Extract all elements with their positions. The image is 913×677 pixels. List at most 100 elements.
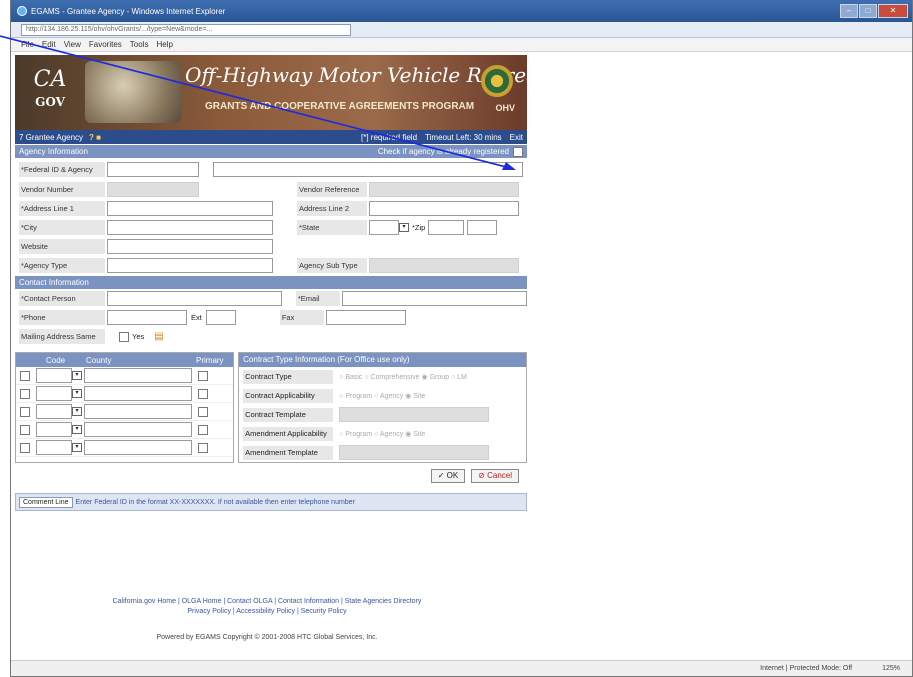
primary-checkbox[interactable] <box>198 424 208 435</box>
maximize-button[interactable]: □ <box>859 4 877 18</box>
amendment-applicability-label: Amendment Applicability <box>243 426 334 441</box>
fax-input[interactable] <box>325 310 406 325</box>
agency-type-select[interactable] <box>107 258 273 273</box>
federal-id-label: *Federal ID & Agency Name <box>19 161 105 189</box>
minimize-button[interactable]: – <box>840 4 858 18</box>
table-row: ▾ <box>16 421 234 439</box>
menu-tools[interactable]: Tools <box>130 40 149 49</box>
exit-link[interactable]: Exit <box>510 133 523 142</box>
address1-input[interactable] <box>107 201 273 216</box>
menu-bar: File Edit View Favorites Tools Help <box>11 38 912 52</box>
phone-input[interactable] <box>107 310 187 325</box>
ok-button[interactable]: ✓ OK <box>430 469 466 483</box>
footer-links[interactable]: California.gov Home | OLGA Home | Contac… <box>11 597 523 607</box>
zip-input[interactable] <box>428 220 465 235</box>
banner-subtitle: GRANTS AND COOPERATIVE AGREEMENTS PROGRA… <box>205 101 475 112</box>
agency-subtype-select[interactable] <box>369 258 519 273</box>
agency-header-label: Agency Information <box>19 147 88 156</box>
menu-help[interactable]: Help <box>156 40 172 49</box>
menu-favorites[interactable]: Favorites <box>89 40 122 49</box>
address2-input[interactable] <box>369 201 519 216</box>
table-row: ▾ <box>16 367 234 385</box>
row-checkbox[interactable] <box>20 370 30 381</box>
primary-checkbox[interactable] <box>198 388 208 399</box>
security-zone-text: Internet | Protected Mode: Off <box>760 665 853 672</box>
row-checkbox[interactable] <box>20 388 30 399</box>
zip-ext-input[interactable] <box>467 220 498 235</box>
cancel-button[interactable]: ⊘ Cancel <box>471 469 519 483</box>
code-input[interactable] <box>36 440 72 455</box>
county-select[interactable] <box>84 386 192 401</box>
ca-gov-logo: CA GOV <box>33 67 67 110</box>
contract-type-options[interactable]: ○ Basic ○ Comprehensive ◉ Group ○ LM <box>339 373 467 381</box>
state-select[interactable] <box>369 220 399 235</box>
title-bar: EGAMS - Grantee Agency - Windows Interne… <box>11 0 912 22</box>
website-label: Website <box>19 239 105 254</box>
contract-applicability-options[interactable]: ○ Program ○ Agency ◉ Site <box>339 392 425 400</box>
code-input[interactable] <box>36 368 72 383</box>
address-bar: http://134.186.25.115/ohv/ohvGrants/.../… <box>11 22 912 38</box>
county-select[interactable] <box>84 422 192 437</box>
state-dropdown-icon[interactable]: ▾ <box>399 223 409 232</box>
table-row: ▾ <box>16 385 234 403</box>
code-input[interactable] <box>36 404 72 419</box>
row-checkbox[interactable] <box>20 442 30 453</box>
federal-id-input[interactable] <box>107 161 199 177</box>
menu-view[interactable]: View <box>64 40 81 49</box>
website-input[interactable] <box>107 239 273 254</box>
contact-person-label: *Contact Person <box>19 291 105 306</box>
county-dropdown-icon[interactable]: ▾ <box>72 443 82 452</box>
registered-checkbox[interactable] <box>513 146 523 157</box>
table-row: ▾ <box>16 403 234 421</box>
powered-by-text: Powered by EGAMS Copyright © 2001-2008 H… <box>156 634 378 641</box>
vehicle-image <box>85 61 181 123</box>
primary-checkbox[interactable] <box>198 442 208 453</box>
table-row: ▾ <box>16 439 234 457</box>
contract-type-label: Contract Type <box>243 369 334 384</box>
vendor-reference-field <box>369 182 519 197</box>
contact-person-input[interactable] <box>106 291 282 306</box>
county-select[interactable] <box>84 368 192 383</box>
county-dropdown-icon[interactable]: ▾ <box>72 371 82 380</box>
agency-subtype-label: Agency Sub Type <box>297 258 367 273</box>
county-dropdown-icon[interactable]: ▾ <box>72 425 82 434</box>
code-input[interactable] <box>36 422 72 437</box>
ext-input[interactable] <box>205 310 236 325</box>
amendment-template-select[interactable] <box>339 445 490 460</box>
browser-window: EGAMS - Grantee Agency - Windows Interne… <box>10 0 913 677</box>
close-button[interactable]: ✕ <box>878 4 908 18</box>
primary-checkbox[interactable] <box>198 370 208 381</box>
city-label: *City <box>19 220 105 235</box>
contract-applicability-label: Contract Applicability <box>243 388 334 403</box>
county-dropdown-icon[interactable]: ▾ <box>72 389 82 398</box>
county-select[interactable] <box>84 440 192 455</box>
row-checkbox[interactable] <box>20 406 30 417</box>
copy-address-icon[interactable]: ▤ <box>154 331 163 342</box>
city-input[interactable] <box>107 220 273 235</box>
timeout-text: Timeout Left: 30 mins <box>425 132 502 142</box>
agency-name-input[interactable] <box>213 161 523 177</box>
primary-checkbox[interactable] <box>198 406 208 417</box>
menu-edit[interactable]: Edit <box>42 40 56 49</box>
county-dropdown-icon[interactable]: ▾ <box>72 407 82 416</box>
address1-label: *Address Line 1 <box>19 201 105 216</box>
zip-label: *Zip <box>412 223 426 232</box>
agency-type-label: *Agency Type <box>19 258 105 273</box>
app-content: CAGOV Off-Highway Motor Vehicle Recreati… <box>15 55 527 511</box>
code-input[interactable] <box>36 386 72 401</box>
help-icon[interactable]: ? ■ <box>89 133 101 142</box>
footer-links-policies[interactable]: Privacy Policy | Accessibility Policy | … <box>11 607 523 617</box>
url-input[interactable]: http://134.186.25.115/ohv/ohvGrants/.../… <box>21 23 351 36</box>
state-seal-icon <box>481 65 513 97</box>
email-label: *Email <box>295 291 340 306</box>
code-header: Code <box>46 355 66 365</box>
email-input[interactable] <box>341 291 527 306</box>
row-checkbox[interactable] <box>20 424 30 435</box>
mailing-same-checkbox[interactable] <box>119 331 129 342</box>
county-select[interactable] <box>84 404 192 419</box>
contract-template-select[interactable] <box>339 407 490 422</box>
amendment-applicability-options[interactable]: ○ Program ○ Agency ◉ Site <box>339 430 425 438</box>
menu-file[interactable]: File <box>21 40 34 49</box>
zoom-level[interactable]: 125% <box>882 665 900 672</box>
ohv-badge: OHV <box>495 103 515 113</box>
